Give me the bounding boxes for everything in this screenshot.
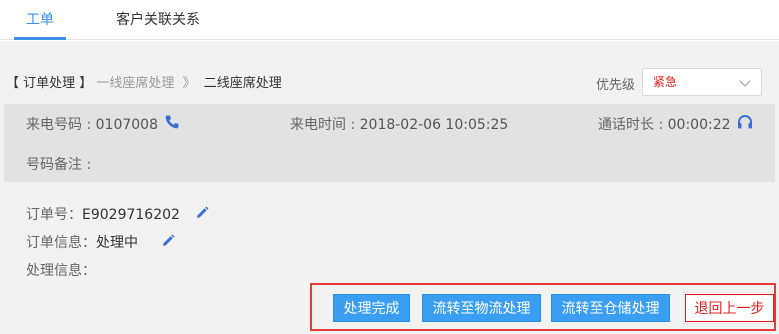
headset-icon[interactable] bbox=[736, 113, 754, 131]
call-duration-value: 00:00:22 bbox=[667, 117, 731, 133]
breadcrumb-current: 【 订单处理 】 bbox=[6, 76, 93, 91]
complete-button[interactable]: 处理完成 bbox=[333, 294, 410, 322]
caller-number: 来电号码 : 0107008 bbox=[26, 114, 158, 134]
tab-customer-relations[interactable]: 客户关联关系 bbox=[116, 0, 200, 40]
call-time-label: 来电时间 : bbox=[290, 117, 360, 133]
caller-number-label: 来电号码 : bbox=[26, 117, 96, 133]
tab-bar: 工单 客户关联关系 bbox=[0, 0, 779, 40]
breadcrumb-step-second-line[interactable]: 二线座席处理 bbox=[204, 76, 282, 91]
transfer-logistics-button[interactable]: 流转至物流处理 bbox=[422, 294, 541, 322]
call-duration: 通话时长 : 00:00:22 bbox=[598, 114, 731, 134]
call-duration-label: 通话时长 : bbox=[598, 117, 668, 133]
breadcrumb: 【 订单处理 】 一线座席处理 》 二线座席处理 bbox=[6, 72, 282, 91]
tab-work-order[interactable]: 工单 bbox=[26, 0, 54, 40]
edit-order-info-icon[interactable] bbox=[161, 234, 175, 248]
call-time: 来电时间 : 2018-02-06 10:05:25 bbox=[290, 114, 508, 134]
breadcrumb-step-first-line[interactable]: 一线座席处理 bbox=[96, 76, 174, 91]
order-info-label: 订单信息： bbox=[26, 235, 96, 251]
priority-label: 优先级 bbox=[596, 78, 636, 93]
number-note-label: 号码备注 : bbox=[26, 157, 92, 173]
order-number-label: 订单号： bbox=[26, 207, 82, 223]
order-number: 订单号：E9029716202 bbox=[26, 204, 180, 224]
priority-select[interactable]: 紧急 bbox=[642, 68, 762, 96]
phone-icon[interactable] bbox=[164, 114, 180, 130]
priority-value: 紧急 bbox=[653, 75, 678, 89]
caller-number-value: 0107008 bbox=[95, 117, 158, 133]
transfer-warehouse-button[interactable]: 流转至仓储处理 bbox=[551, 294, 670, 322]
order-info: 订单信息：处理中 bbox=[26, 232, 138, 252]
chevron-down-icon bbox=[739, 75, 751, 87]
active-tab-indicator bbox=[14, 37, 66, 40]
order-info-value: 处理中 bbox=[96, 235, 138, 251]
process-info-label: 处理信息： bbox=[26, 263, 96, 279]
go-back-button[interactable]: 退回上一步 bbox=[685, 294, 774, 322]
call-time-value: 2018-02-06 10:05:25 bbox=[359, 117, 509, 133]
breadcrumb-separator: 》 bbox=[182, 76, 196, 91]
edit-order-number-icon[interactable] bbox=[195, 206, 209, 220]
order-number-value: E9029716202 bbox=[82, 207, 180, 223]
